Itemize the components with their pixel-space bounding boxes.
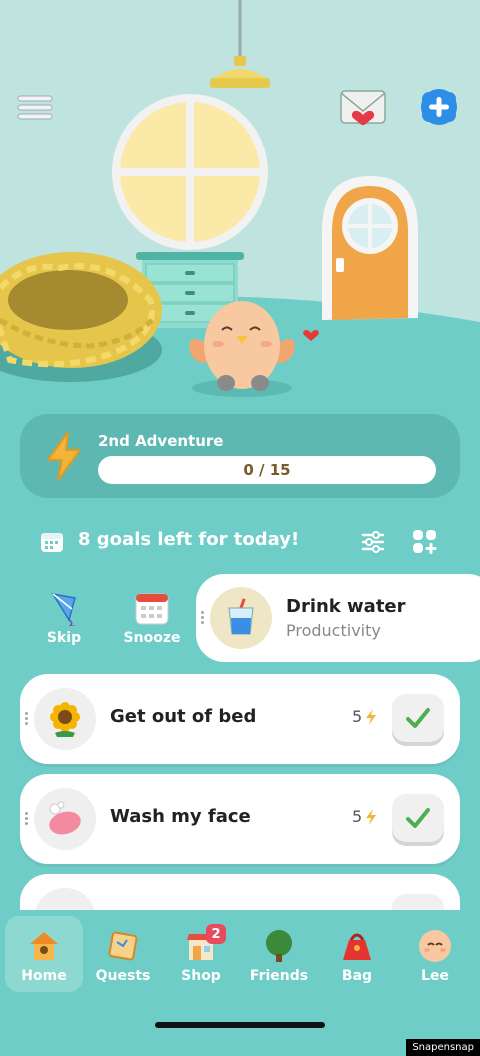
nav-shop[interactable]: Shop 2 [162,916,240,992]
goal-card[interactable]: Wash my face 5 [20,774,460,864]
snooze-button[interactable]: Snooze [122,590,182,646]
kite-icon [45,590,83,630]
app-screen: { "adventure": {"title": "2nd Adventure"… [0,0,480,1056]
mail-icon[interactable] [338,88,388,126]
room-illustration [0,0,480,420]
house-icon [30,932,58,960]
add-goal-grid-icon[interactable] [412,529,438,559]
bottom-nav: Home Quests Shop 2 Friends Bag Lee [0,910,480,1056]
goals-header: 8 goals left for today! [40,528,440,556]
goal-card[interactable]: Get out of bed 5 [20,674,460,764]
complete-check-button[interactable] [392,794,444,842]
soap-icon [34,788,96,850]
goal-points-value: 5 [352,707,363,726]
shop-badge: 2 [206,924,226,944]
sunflower-icon [34,688,96,750]
goals-left-text: 8 goals left for today! [78,529,300,550]
adventure-progress-bar: 0 / 15 [98,456,436,484]
menu-icon[interactable] [14,90,56,124]
skip-label: Skip [46,630,82,646]
filter-sliders-icon[interactable] [360,530,386,558]
goal-title: Drink water [286,596,406,617]
nav-label: Friends [249,968,309,984]
nav-label: Shop [181,968,221,984]
add-plus-icon[interactable] [418,86,460,128]
nav-label: Bag [341,968,373,984]
checkmark-icon [406,808,430,828]
adventure-progress-text: 0 / 15 [243,461,291,479]
goal-title: Get out of bed [110,706,257,727]
lightning-small-icon [366,708,377,725]
snooze-label: Snooze [123,630,181,646]
nav-friends[interactable]: Friends [240,916,318,992]
skip-button[interactable]: Skip [38,590,90,646]
watermark-label: Snapensnap [406,1039,480,1056]
checkmark-icon [406,708,430,728]
adventure-title: 2nd Adventure [98,432,224,450]
nav-label: Lee [421,968,449,984]
nav-profile[interactable]: Lee [396,916,474,992]
drag-handle-icon[interactable] [25,710,29,728]
nav-quests[interactable]: Quests [84,916,162,992]
calendar-icon [40,531,64,557]
nav-bag[interactable]: Bag [318,916,396,992]
goal-points: 5 [352,707,377,726]
calendar-snooze-icon [134,590,170,630]
avatar-icon [419,930,451,962]
tree-icon [266,930,292,962]
home-indicator[interactable] [155,1022,325,1028]
room-scene [0,0,480,420]
drag-handle-icon[interactable] [25,810,29,828]
water-glass-icon [210,587,272,649]
nav-label: Home [21,968,67,984]
goal-card-active[interactable]: Drink water Productivity [196,574,480,662]
goal-points: 5 [352,807,377,826]
quest-map-icon [108,931,138,961]
adventure-card[interactable]: 2nd Adventure 0 / 15 [20,414,460,498]
goal-points-value: 5 [352,807,363,826]
goal-title: Wash my face [110,806,251,827]
complete-check-button[interactable] [392,694,444,742]
lightning-icon [44,430,84,486]
drag-handle-icon[interactable] [201,609,204,626]
lightning-small-icon [366,808,377,825]
bag-icon [343,933,371,960]
nav-home[interactable]: Home [5,916,83,992]
goal-category: Productivity [286,621,381,640]
nav-label: Quests [95,968,151,984]
